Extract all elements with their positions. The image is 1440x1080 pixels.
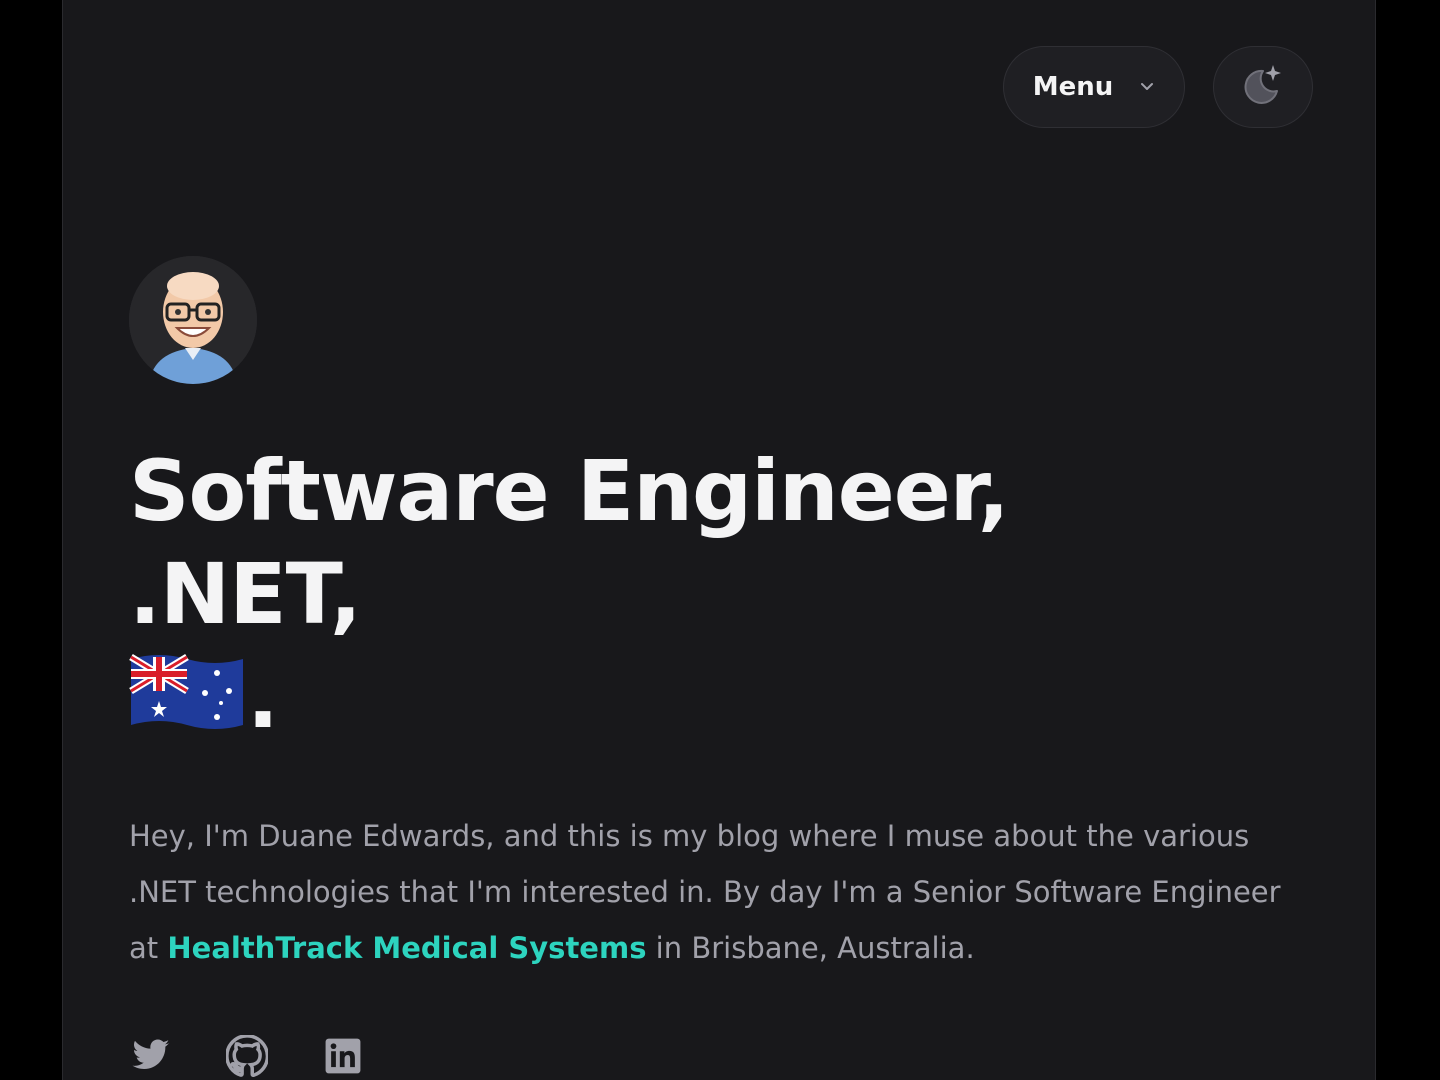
- github-icon[interactable]: [225, 1034, 269, 1078]
- hero-section: Software Engineer, .NET, . Hey, I'm Duan…: [129, 256, 1309, 1078]
- chevron-down-icon: [1139, 79, 1155, 95]
- title-end: .: [247, 648, 279, 747]
- avatar[interactable]: [129, 256, 257, 384]
- australia-flag-icon: [129, 651, 245, 733]
- employer-link[interactable]: HealthTrack Medical Systems: [167, 931, 646, 965]
- menu-button[interactable]: Menu: [1003, 46, 1185, 128]
- moon-sparkle-icon: [1239, 61, 1287, 113]
- linkedin-icon[interactable]: [321, 1034, 365, 1078]
- intro-text-after: in Brisbane, Australia.: [646, 930, 975, 965]
- page-container: Menu Software Engineer, .NET, . Hey, I'm…: [62, 0, 1376, 1080]
- twitter-icon[interactable]: [129, 1034, 173, 1078]
- title-text: Software Engineer, .NET,: [129, 442, 1010, 644]
- theme-toggle-button[interactable]: [1213, 46, 1313, 128]
- menu-label: Menu: [1032, 72, 1114, 102]
- page-title: Software Engineer, .NET, .: [129, 440, 1239, 750]
- social-links: [129, 1034, 1309, 1078]
- header: Menu: [1003, 46, 1313, 128]
- intro-paragraph: Hey, I'm Duane Edwards, and this is my b…: [129, 808, 1309, 976]
